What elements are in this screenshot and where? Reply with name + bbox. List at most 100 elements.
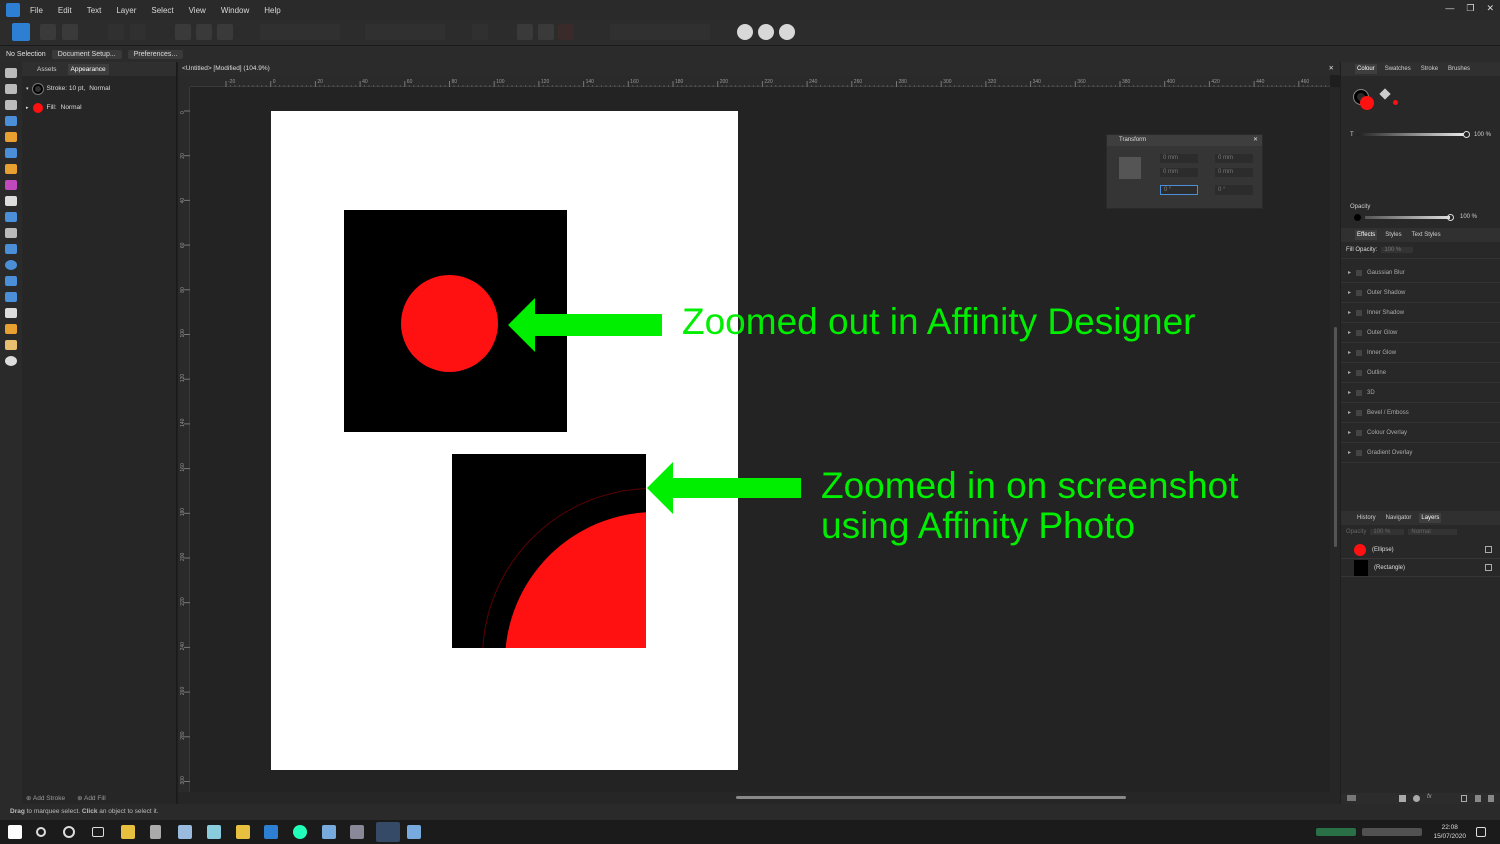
menu-file[interactable]: File <box>30 6 43 15</box>
move-tool-icon[interactable] <box>5 68 17 78</box>
vertical-scroll-thumb[interactable] <box>1334 327 1337 547</box>
chevron-right-icon[interactable]: ▸ <box>1348 409 1351 416</box>
effect-row[interactable]: ▸ Outline <box>1341 363 1500 383</box>
color-picker-icon[interactable] <box>5 324 17 334</box>
clock[interactable]: 22:08 15/07/2020 <box>1433 823 1466 841</box>
search-icon[interactable] <box>36 827 46 837</box>
transform-panel-header[interactable]: Transform ✕ <box>1107 135 1262 146</box>
opacity-value[interactable]: 100 % <box>1460 214 1477 220</box>
chevron-right-icon[interactable]: ▸ <box>1348 269 1351 276</box>
vertical-scrollbar[interactable] <box>1330 87 1340 792</box>
preferences-button[interactable]: Preferences... <box>127 49 184 59</box>
tab-brushes[interactable]: Brushes <box>1446 64 1472 74</box>
tab-swatches[interactable]: Swatches <box>1383 64 1413 74</box>
fx-icon[interactable]: fx <box>1427 794 1432 800</box>
transparency-tool-icon[interactable] <box>5 196 17 206</box>
zoom-tool-icon[interactable] <box>5 356 17 366</box>
close-button[interactable]: ✕ <box>1486 3 1494 14</box>
stroke-blend-mode[interactable]: Normal <box>89 85 110 92</box>
menu-layer[interactable]: Layer <box>116 6 136 15</box>
rectangle-tool-icon[interactable] <box>5 244 17 254</box>
tint-slider[interactable] <box>1357 133 1467 136</box>
crop-tool-icon[interactable] <box>5 228 17 238</box>
align-icons[interactable] <box>365 24 445 40</box>
quick-action-icon[interactable] <box>737 24 753 40</box>
chevron-right-icon[interactable]: ▸ <box>1348 289 1351 296</box>
app-icon[interactable] <box>207 825 221 839</box>
restore-button[interactable]: ❐ <box>1466 3 1474 14</box>
pencil-tool-icon[interactable] <box>5 148 17 158</box>
view-mode-icon[interactable] <box>217 24 233 40</box>
effect-checkbox[interactable] <box>1356 369 1363 376</box>
chevron-right-icon[interactable]: ▸ <box>26 105 29 111</box>
edge-icon[interactable] <box>293 825 307 839</box>
effect-checkbox[interactable] <box>1356 329 1363 336</box>
layer-opacity-field[interactable]: 100 % <box>1370 529 1405 535</box>
tint-value[interactable]: 100 % <box>1474 132 1491 138</box>
menu-view[interactable]: View <box>189 6 206 15</box>
fill-row[interactable]: ▸ Fill: Normal <box>22 98 176 117</box>
point-transform-icon[interactable] <box>5 116 17 126</box>
effect-checkbox[interactable] <box>1356 429 1363 436</box>
brush-tool-icon[interactable] <box>5 164 17 174</box>
rounded-rect-tool-icon[interactable] <box>5 276 17 286</box>
effect-row[interactable]: ▸ Gradient Overlay <box>1341 443 1500 463</box>
menu-help[interactable]: Help <box>264 6 280 15</box>
export-persona-icon[interactable] <box>62 24 78 40</box>
tab-layers[interactable]: Layers <box>1419 513 1442 523</box>
view-mode-icon[interactable] <box>196 24 212 40</box>
file-explorer-icon[interactable] <box>236 825 250 839</box>
steam-icon[interactable] <box>407 825 421 839</box>
add-stroke-button[interactable]: ⊕ Add Stroke <box>26 794 65 802</box>
visibility-checkbox[interactable] <box>1485 546 1492 553</box>
chevron-right-icon[interactable]: ▸ <box>1348 449 1351 456</box>
chevron-right-icon[interactable]: ▸ <box>1348 349 1351 356</box>
eyedropper-icon[interactable] <box>1379 88 1391 100</box>
effect-row[interactable]: ▸ Gaussian Blur <box>1341 263 1500 283</box>
quick-action-icon[interactable] <box>758 24 774 40</box>
effect-row[interactable]: ▸ Inner Shadow <box>1341 303 1500 323</box>
effect-row[interactable]: ▸ 3D <box>1341 383 1500 403</box>
document-tab[interactable]: <Untitled> [Modified] (104.9%) ✕ <box>178 62 1340 75</box>
quick-action-icon[interactable] <box>779 24 795 40</box>
rectangle-shape-zoomed-in[interactable] <box>452 454 646 648</box>
chevron-right-icon[interactable]: ▸ <box>1348 369 1351 376</box>
effect-row[interactable]: ▸ Outer Shadow <box>1341 283 1500 303</box>
shear-field[interactable]: 0 ° <box>1215 185 1253 195</box>
calculator-icon[interactable] <box>150 825 161 839</box>
tab-appearance[interactable]: Appearance <box>67 63 109 75</box>
layer-row-rectangle[interactable]: (Rectangle) <box>1341 559 1500 577</box>
toolbar-icon[interactable] <box>130 24 146 40</box>
document-setup-button[interactable]: Document Setup... <box>51 49 122 59</box>
tab-colour[interactable]: Colour <box>1355 64 1377 74</box>
fill-opacity-field[interactable]: 100 % <box>1381 247 1414 253</box>
tab-navigator[interactable]: Navigator <box>1384 513 1414 523</box>
windows-start-icon[interactable] <box>8 825 22 839</box>
adjustment-icon[interactable] <box>1413 795 1420 802</box>
mail-icon[interactable] <box>264 825 278 839</box>
notifications-icon[interactable] <box>1476 827 1486 837</box>
stroke-row[interactable]: ▾ Stroke: 10 pt, Normal <box>22 79 176 98</box>
app-icon[interactable] <box>178 825 192 839</box>
snap-icon[interactable] <box>538 24 554 40</box>
width-field[interactable]: 0 mm <box>1215 154 1253 163</box>
add-layer-icon[interactable] <box>1461 795 1467 802</box>
chevron-right-icon[interactable]: ▸ <box>1348 429 1351 436</box>
effect-row[interactable]: ▸ Inner Glow <box>1341 343 1500 363</box>
discord-icon[interactable] <box>350 825 364 839</box>
opacity-slider-handle[interactable] <box>1447 214 1454 221</box>
tab-history[interactable]: History <box>1355 513 1378 523</box>
fill-tool-icon[interactable] <box>5 180 17 190</box>
fill-blend-mode[interactable]: Normal <box>61 104 82 111</box>
effect-checkbox[interactable] <box>1356 409 1363 416</box>
chevron-down-icon[interactable]: ▾ <box>26 86 29 92</box>
effect-row[interactable]: ▸ Colour Overlay <box>1341 423 1500 443</box>
text-tool-icon[interactable] <box>5 308 17 318</box>
horizontal-scrollbar[interactable] <box>178 792 1340 804</box>
steam-icon[interactable] <box>322 825 336 839</box>
boolean-icons[interactable] <box>610 24 710 40</box>
anchor-point-icon[interactable] <box>1119 157 1141 179</box>
pixel-persona-icon[interactable] <box>40 24 56 40</box>
menu-window[interactable]: Window <box>221 6 249 15</box>
effect-checkbox[interactable] <box>1356 389 1363 396</box>
